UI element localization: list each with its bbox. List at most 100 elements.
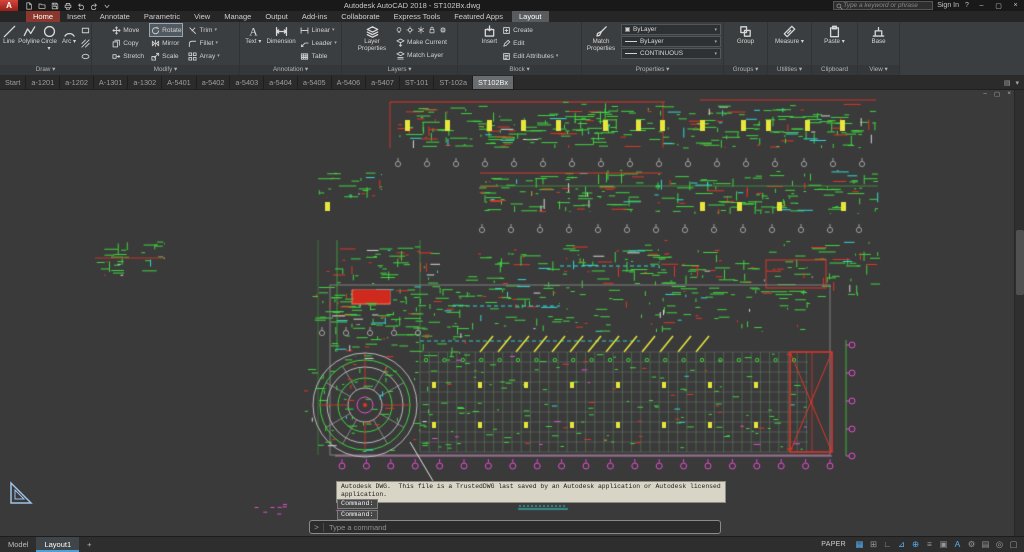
copy-button[interactable]: Copy — [111, 37, 144, 49]
app-menu-button[interactable]: A — [0, 0, 18, 11]
panel-label[interactable]: Annotation ▾ — [240, 65, 341, 75]
move-button[interactable]: Move — [111, 24, 144, 36]
panel-label[interactable]: Modify ▾ — [92, 65, 239, 75]
save-button[interactable] — [50, 1, 60, 11]
undo-button[interactable] — [76, 1, 86, 11]
tab-overflow-icon[interactable]: ▾ — [1015, 79, 1019, 87]
lineweight-icon[interactable]: ≡ — [923, 539, 936, 550]
layer-properties-button[interactable]: Layer Properties — [352, 24, 392, 65]
open-button[interactable] — [37, 1, 47, 11]
rect-button[interactable] — [81, 24, 91, 36]
array-button[interactable]: Array▾ — [188, 50, 220, 62]
file-tab-a-1201[interactable]: a-1201 — [26, 76, 60, 89]
workspace-icon[interactable]: ⚙ — [965, 539, 978, 550]
paper-space-label[interactable]: PAPER — [821, 541, 846, 548]
arc-button[interactable]: Arc ▾ — [61, 24, 78, 65]
file-tab-a-1202[interactable]: a-1202 — [60, 76, 94, 89]
close-button[interactable]: × — [1009, 2, 1022, 9]
mirror-button[interactable]: Mirror — [150, 37, 181, 49]
command-line[interactable]: > — [309, 520, 721, 534]
drawing-canvas[interactable] — [0, 90, 1024, 536]
ribbon-tab-output[interactable]: Output — [258, 11, 295, 22]
signin-button[interactable]: Sign In — [937, 2, 959, 9]
command-input[interactable] — [324, 523, 720, 532]
edit-button[interactable]: Edit — [501, 37, 558, 49]
properties-dropdown-1[interactable]: ByLayer▾ — [621, 36, 721, 47]
measure-button[interactable]: Measure ▾ — [774, 24, 805, 65]
ribbon-tab-annotate[interactable]: Annotate — [93, 11, 137, 22]
rotate-button[interactable]: Rotate — [150, 24, 181, 36]
properties-dropdown-2[interactable]: CONTINUOUS▾ — [621, 48, 721, 59]
grid-icon[interactable]: ▦ — [853, 539, 866, 550]
ribbon-tab-view[interactable]: View — [187, 11, 217, 22]
ribbon-tab-home[interactable]: Home — [26, 11, 60, 22]
base-button[interactable]: Base — [870, 24, 887, 65]
make-current-button[interactable]: Make Current — [395, 36, 447, 48]
linear-button[interactable]: Linear▾ — [300, 24, 337, 36]
layer-isolate-icon[interactable] — [406, 26, 414, 34]
group-button[interactable]: Group — [736, 24, 755, 65]
search-input[interactable] — [843, 2, 931, 9]
properties-dropdown-0[interactable]: ByLayer▾ — [621, 24, 721, 35]
annotation-scale-icon[interactable]: A — [951, 539, 964, 550]
file-tab-st-102a[interactable]: ST-102a — [434, 76, 473, 89]
panel-label[interactable]: Properties ▾ — [582, 65, 723, 75]
ribbon-tab-layout[interactable]: Layout — [512, 11, 549, 22]
layer-settings-icon[interactable] — [439, 26, 447, 34]
scale-button[interactable]: Scale — [150, 50, 181, 62]
stretch-button[interactable]: Stretch — [111, 50, 144, 62]
ribbon-tab-collaborate[interactable]: Collaborate — [334, 11, 386, 22]
panel-label[interactable]: Draw ▾ — [0, 65, 91, 75]
snap-icon[interactable]: ⊞ — [867, 539, 880, 550]
minimize-button[interactable]: – — [975, 2, 988, 9]
osnap-icon[interactable]: ⊕ — [909, 539, 922, 550]
ribbon-tab-insert[interactable]: Insert — [60, 11, 93, 22]
vertical-scrollbar[interactable] — [1014, 90, 1024, 536]
selection-cycling-icon[interactable]: ▣ — [937, 539, 950, 550]
ortho-icon[interactable]: ∟ — [881, 539, 894, 550]
file-tab-a-5407[interactable]: a-5407 — [366, 76, 400, 89]
fillet-button[interactable]: Fillet▾ — [188, 37, 220, 49]
scrollbar-thumb[interactable] — [1016, 230, 1024, 295]
circle-button[interactable]: Circle ▾ — [41, 24, 58, 65]
drawing-close-button[interactable]: × — [1007, 90, 1011, 98]
file-tab-a-5405[interactable]: a-5405 — [298, 76, 332, 89]
panel-label[interactable]: Layers ▾ — [342, 65, 457, 75]
panel-label[interactable]: Utilities ▾ — [768, 65, 811, 75]
layout1-tab[interactable]: Layout1 — [36, 537, 79, 552]
line-button[interactable]: Line — [1, 24, 18, 65]
ribbon-tab-parametric[interactable]: Parametric — [137, 11, 187, 22]
file-tab-a-1302[interactable]: a-1302 — [128, 76, 162, 89]
file-tab-a-5403[interactable]: a-5403 — [230, 76, 264, 89]
tab-list-icon[interactable]: ▤ — [1004, 79, 1011, 87]
drawing-minimize-button[interactable]: – — [983, 90, 987, 98]
isolate-objects-icon[interactable]: ◎ — [993, 539, 1006, 550]
dimension-button[interactable]: Dimension — [265, 24, 296, 65]
ribbon-tab-manage[interactable]: Manage — [217, 11, 258, 22]
ellipse-button[interactable] — [81, 50, 91, 62]
maximize-button[interactable]: ▢ — [992, 2, 1005, 10]
clean-screen-icon[interactable]: ▢ — [1007, 539, 1020, 550]
layer-freeze-icon[interactable] — [417, 26, 425, 34]
layer-off-icon[interactable] — [395, 26, 403, 34]
create-button[interactable]: Create — [501, 24, 558, 36]
ribbon-tab-featured-apps[interactable]: Featured Apps — [447, 11, 510, 22]
layer-lock-icon[interactable] — [428, 26, 436, 34]
match-layer-button[interactable]: Match Layer — [395, 49, 447, 61]
text-button[interactable]: AText ▾ — [244, 24, 262, 65]
panel-label[interactable]: Clipboard — [812, 65, 857, 75]
trim-button[interactable]: Trim▾ — [188, 24, 220, 36]
workspace-dropdown-button[interactable] — [102, 1, 112, 11]
edit-attributes-button[interactable]: Edit Attributes▾ — [501, 50, 558, 62]
file-tab-start[interactable]: Start — [0, 76, 26, 89]
help-search-box[interactable] — [833, 1, 933, 10]
paste-button[interactable]: Paste ▾ — [823, 24, 846, 65]
file-tab-a-5404[interactable]: a-5404 — [264, 76, 298, 89]
ribbon-tab-add-ins[interactable]: Add-ins — [295, 11, 334, 22]
file-tab-st-101[interactable]: ST-101 — [400, 76, 435, 89]
insert-button[interactable]: Insert — [481, 24, 498, 65]
panel-label[interactable]: View ▾ — [858, 65, 899, 75]
table-button[interactable]: Table — [300, 50, 337, 62]
leader-button[interactable]: Leader▾ — [300, 37, 337, 49]
panel-label[interactable]: Block ▾ — [458, 65, 581, 75]
